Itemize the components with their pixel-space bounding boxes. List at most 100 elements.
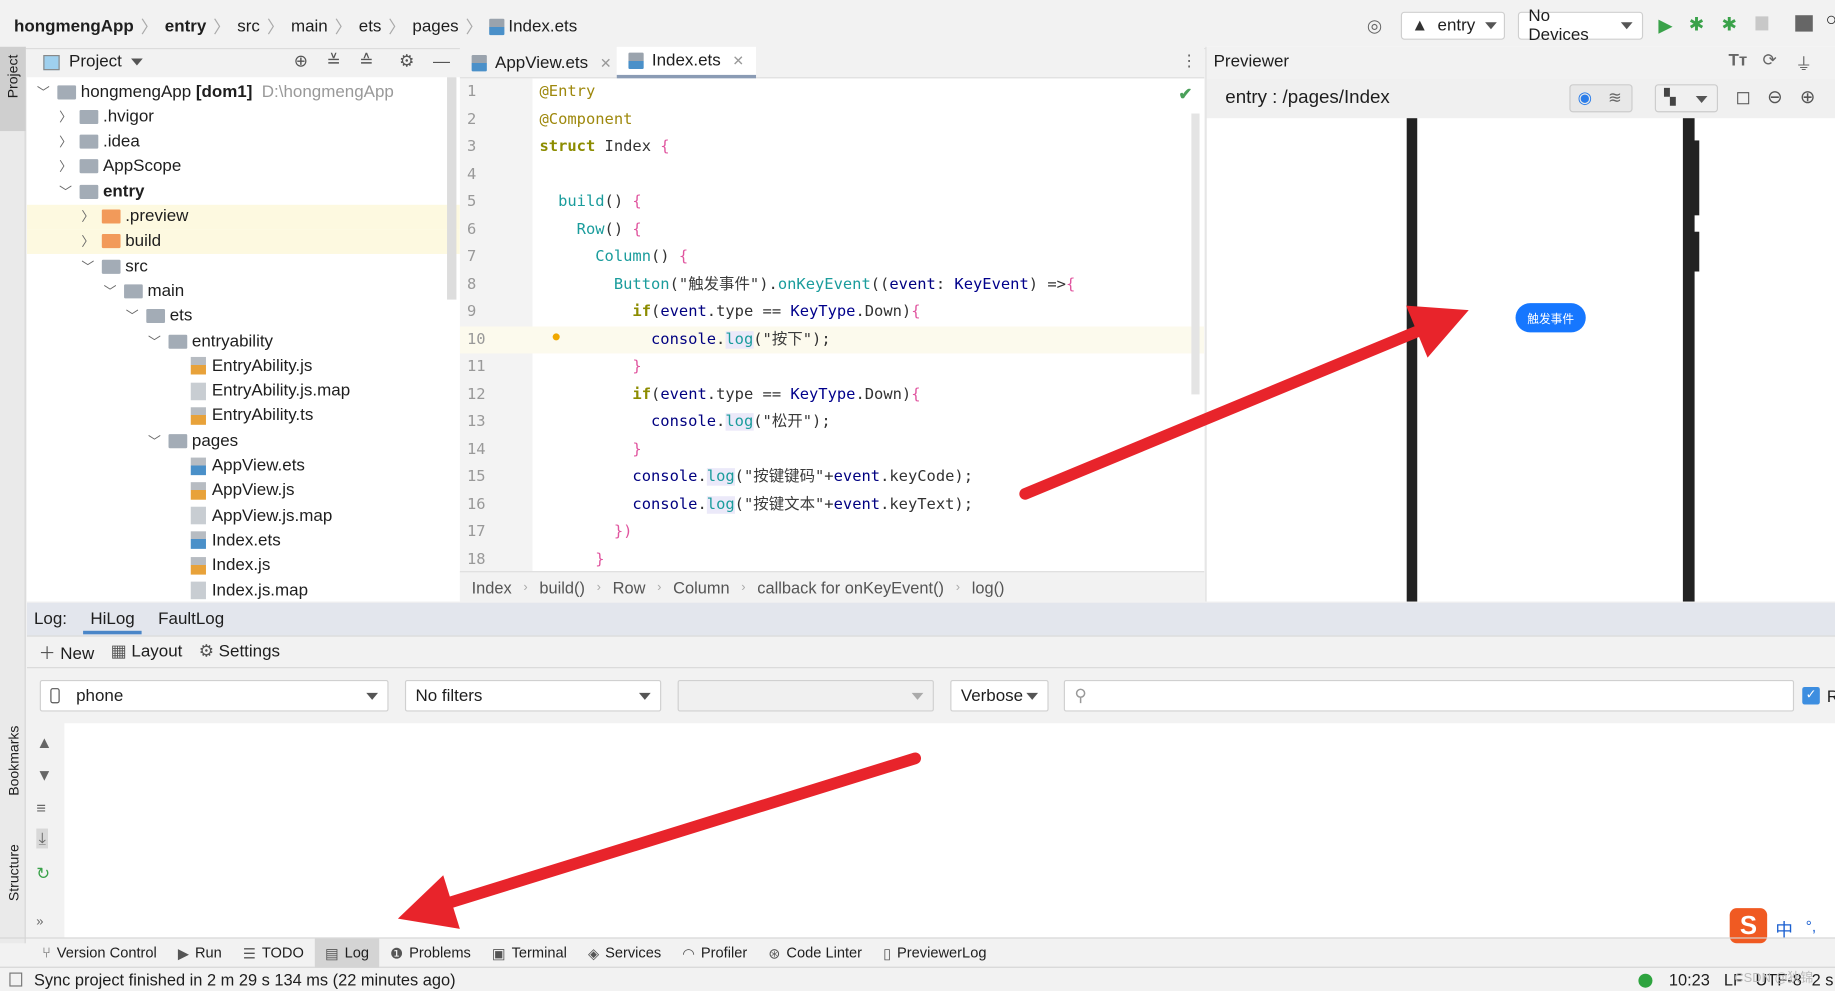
close-icon[interactable]: ✕ [732, 53, 744, 69]
tool-tab-run[interactable]: ▶ Run [167, 938, 232, 967]
tab-faultlog[interactable]: FaultLog [158, 610, 224, 629]
crumb-project[interactable]: hongmengApp [14, 17, 134, 36]
collapse-all-icon[interactable]: ≙ [359, 53, 373, 72]
bookmarks-tool-button[interactable]: Bookmarks [6, 726, 22, 796]
tree-item[interactable]: Index.ets [27, 528, 460, 553]
project-tool-button[interactable]: Project [0, 46, 26, 132]
chevron-down-icon[interactable] [131, 58, 143, 66]
crumb-main[interactable]: main [291, 17, 328, 36]
tree-item[interactable]: 〉 AppScope [27, 154, 460, 179]
close-icon[interactable]: ✕ [600, 54, 612, 70]
tool-tab-code-linter[interactable]: ⊛ Code Linter [758, 938, 873, 967]
debug-icon[interactable]: ✱ [1689, 13, 1705, 36]
chevron-right-icon[interactable]: 〉 [81, 232, 95, 251]
multi-device-dropdown[interactable]: ▚ [1654, 84, 1719, 113]
target-icon[interactable]: ◎ [1367, 15, 1382, 36]
device-select[interactable]: phone [39, 679, 389, 712]
scroll-to-end-icon[interactable]: ⤓ [36, 828, 49, 849]
log-search-input[interactable]: ⚲ [1063, 679, 1795, 712]
eye-icon[interactable]: ◉ [1578, 88, 1592, 108]
status-message[interactable]: Sync project finished in 2 m 29 s 134 ms… [34, 970, 456, 989]
indent-setting[interactable]: 2 s [1812, 970, 1834, 989]
soft-wrap-icon[interactable]: ≡ [36, 798, 46, 817]
crumb-src[interactable]: src [237, 17, 260, 36]
tool-tab-services[interactable]: ◈ Services [577, 938, 671, 967]
refresh-icon[interactable]: ⟳ [1762, 51, 1776, 70]
editor-crumb[interactable]: build() [539, 578, 585, 597]
tree-item[interactable]: ﹀ entry [27, 179, 460, 204]
scroll-up-icon[interactable]: ▲ [36, 733, 52, 752]
settings-button[interactable]: ⚙ Settings [199, 642, 280, 661]
structure-tool-button[interactable]: Structure [6, 844, 22, 901]
crumb-file[interactable]: Index.ets [508, 17, 577, 36]
regex-checkbox[interactable]: ✓ [1802, 686, 1820, 705]
crumb-ets[interactable]: ets [359, 17, 382, 36]
tool-tab-previewer-log[interactable]: ▯ PreviewerLog [873, 938, 997, 967]
layout-button[interactable]: ▦ Layout [111, 642, 183, 661]
tree-item[interactable]: EntryAbility.js [27, 354, 460, 379]
inspector-toggle[interactable]: ◉ ≋ [1569, 84, 1633, 113]
fit-icon[interactable]: ◻ [1736, 85, 1752, 108]
chevron-down-icon[interactable]: ﹀ [125, 307, 139, 326]
tool-tab-log[interactable]: ▤ Log [314, 937, 380, 968]
hide-icon[interactable]: — [433, 53, 450, 72]
plug-icon[interactable]: ⏚ [1795, 51, 1812, 76]
chevron-down-icon[interactable]: ﹀ [103, 282, 117, 301]
tree-item[interactable]: EntryAbility.ts [27, 404, 460, 429]
tree-item[interactable]: Index.js.map [27, 578, 460, 601]
stop-icon[interactable] [1755, 16, 1769, 31]
tree-item[interactable]: Index.js [27, 553, 460, 578]
chevron-down-icon[interactable]: ﹀ [147, 431, 161, 450]
device-dropdown[interactable]: No Devices [1517, 7, 1644, 44]
attach-debugger-icon[interactable]: ✱ [1722, 13, 1738, 36]
tool-tab-version-control[interactable]: ⑂ Version Control [32, 938, 168, 967]
zoom-out-icon[interactable]: ⊖ [1767, 85, 1783, 108]
tree-item[interactable]: ﹀ entryability [27, 329, 460, 354]
crumb-pages[interactable]: pages [412, 17, 458, 36]
tree-item[interactable]: AppView.js [27, 478, 460, 503]
scroll-down-icon[interactable]: ▼ [36, 765, 52, 784]
new-button[interactable]: ＋ New [39, 640, 95, 665]
code-editor[interactable]: 1 @Entry 2 @Component 3 struct Index {4 5 buil… [459, 78, 1205, 572]
ime-punct[interactable]: °, [1806, 918, 1816, 936]
tool-tab-todo[interactable]: ☰ TODO [232, 938, 314, 967]
expand-all-icon[interactable]: ≚ [327, 53, 341, 72]
bulb-icon[interactable]: ● [551, 327, 561, 346]
level-select[interactable]: Verbose [950, 679, 1049, 712]
editor-scrollbar[interactable] [1191, 113, 1200, 395]
tab-appview-ets[interactable]: AppView.ets ✕ [460, 47, 623, 79]
chevron-right-icon[interactable]: 〉 [59, 132, 73, 151]
tree-item[interactable]: EntryAbility.js.map [27, 379, 460, 404]
chevron-right-icon[interactable]: 〉 [59, 157, 73, 176]
tree-item[interactable]: ﹀ pages [27, 429, 460, 454]
editor-crumb[interactable]: Row [613, 578, 646, 597]
process-select[interactable] [677, 679, 934, 712]
more-icon[interactable]: ⋮ [1181, 51, 1197, 71]
tool-tab-terminal[interactable]: ▣ Terminal [481, 938, 577, 967]
tree-item[interactable]: 〉 .idea [27, 129, 460, 154]
chevron-right-icon[interactable]: 〉 [59, 107, 73, 126]
tree-item[interactable]: 〉 build [26, 229, 460, 254]
tree-item[interactable]: AppView.js.map [27, 503, 460, 528]
tab-hilog[interactable]: HiLog [83, 604, 142, 634]
project-structure-icon[interactable] [1795, 15, 1813, 32]
font-size-icon[interactable]: Tт [1729, 51, 1748, 70]
tree-item[interactable]: ﹀ main [27, 279, 460, 304]
tree-item[interactable]: ﹀ hongmengApp [dom1] D:\hongmengApp [27, 80, 460, 105]
chevron-down-icon[interactable]: ﹀ [36, 83, 50, 102]
log-output[interactable] [64, 723, 1835, 938]
tree-item[interactable]: 〉 .preview [26, 204, 460, 229]
layers-icon[interactable]: ≋ [1608, 88, 1622, 108]
entry-config-dropdown[interactable]: ▲ entry [1400, 11, 1506, 40]
tool-tab-profiler[interactable]: ◠ Profiler [672, 938, 758, 967]
filter-select[interactable]: No filters [404, 679, 662, 712]
editor-crumb[interactable]: Column [673, 578, 729, 597]
restart-icon[interactable]: ↻ [36, 864, 50, 884]
editor-crumb[interactable]: Index [472, 578, 512, 597]
tree-scrollbar[interactable] [447, 77, 457, 300]
search-everywhere-icon[interactable]: ○ [1826, 11, 1835, 32]
zoom-in-icon[interactable]: ⊕ [1800, 85, 1816, 108]
run-icon[interactable]: ▶ [1658, 14, 1672, 37]
tree-item[interactable]: ﹀ ets [27, 304, 460, 329]
more-icon[interactable]: » [36, 915, 43, 929]
